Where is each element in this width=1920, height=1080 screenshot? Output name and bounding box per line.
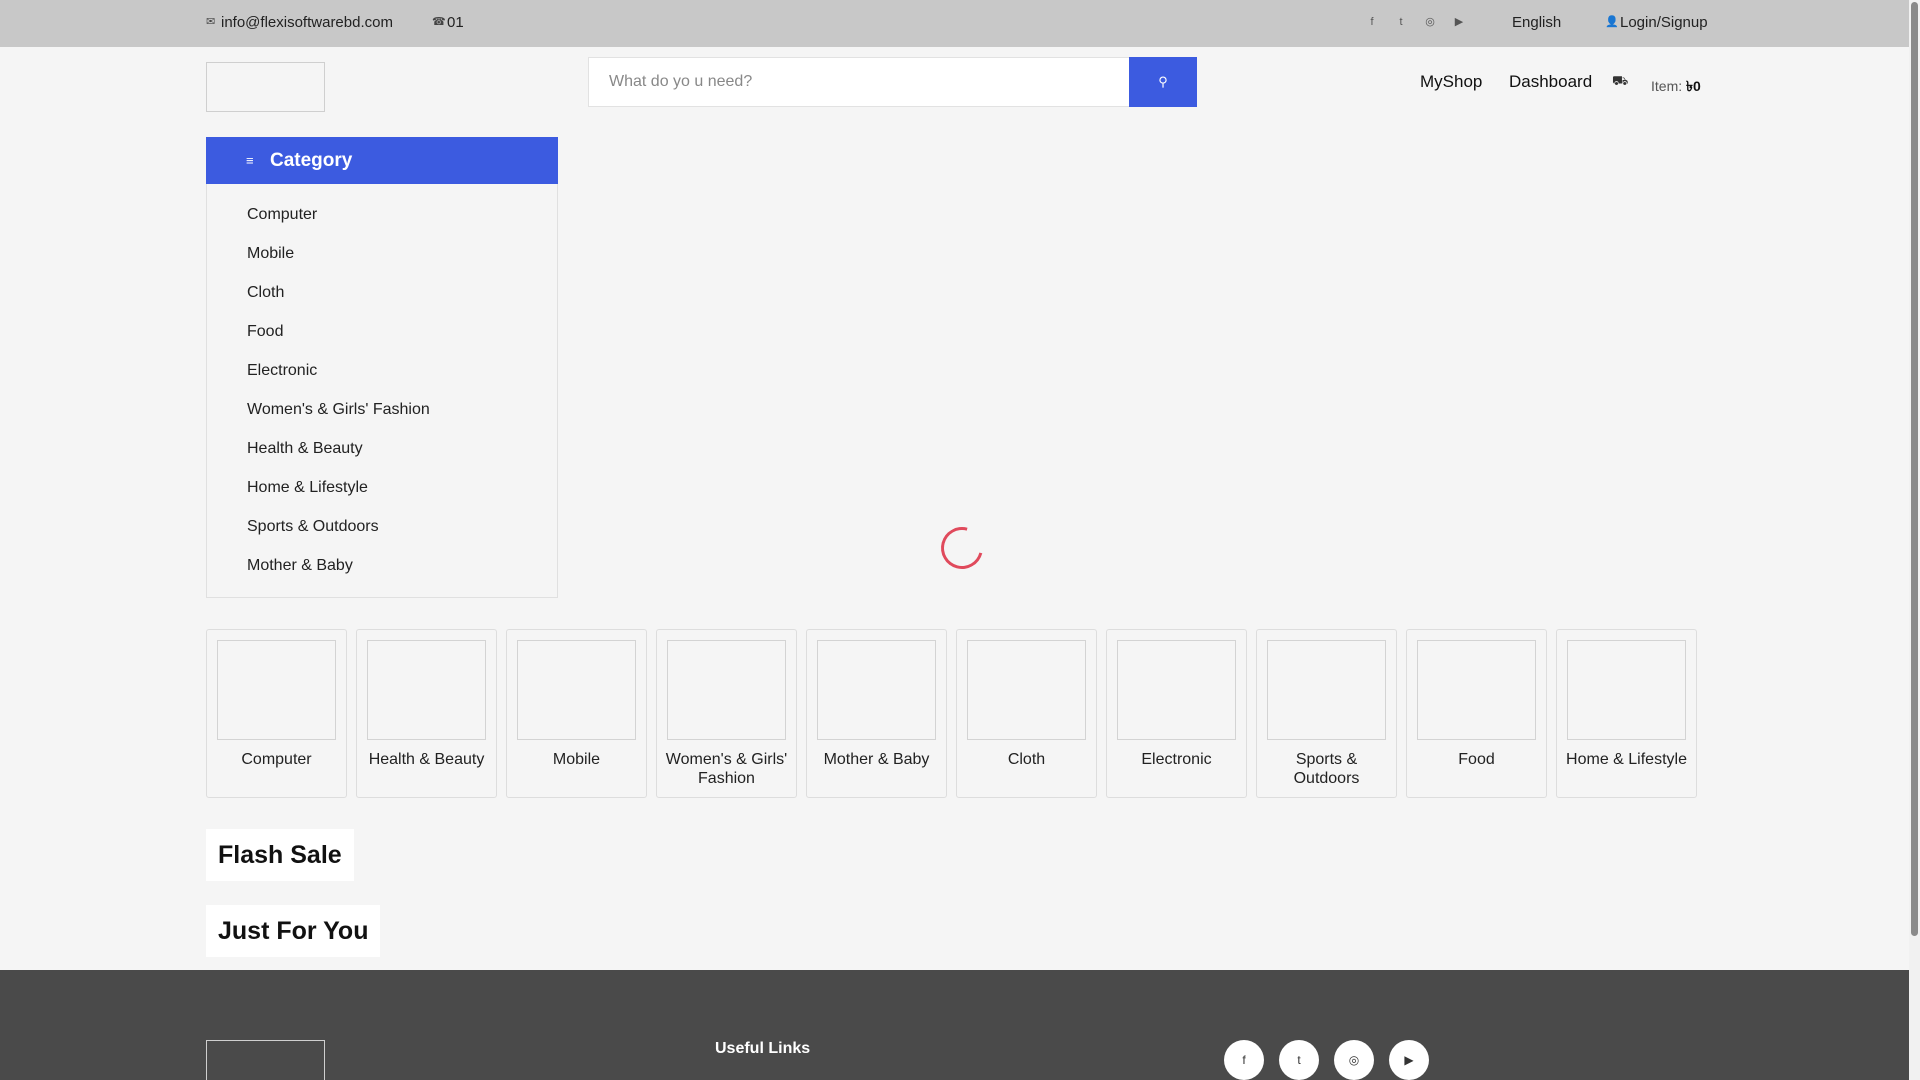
flash-sale-heading: Flash Sale: [206, 829, 354, 881]
category-card-label: Cloth: [1007, 751, 1046, 768]
cart-total-value: ৳0: [1686, 78, 1701, 94]
category-item-mobile[interactable]: Mobile: [247, 245, 294, 263]
category-card-cloth[interactable]: Cloth: [956, 629, 1097, 798]
category-list: Computer Mobile Cloth Food Electronic Wo…: [206, 184, 558, 598]
myshop-label: MyShop: [1420, 72, 1483, 91]
facebook-icon[interactable]: f: [1367, 16, 1377, 28]
search-button[interactable]: ⚲: [1129, 57, 1197, 107]
search-icon: ⚲: [1158, 74, 1168, 89]
language-selector[interactable]: English: [1512, 14, 1561, 31]
category-card-womens-fashion[interactable]: Women's & Girls' Fashion: [656, 629, 797, 798]
category-image: [667, 640, 786, 740]
language-label: English: [1512, 14, 1562, 31]
category-title: Category: [270, 149, 353, 171]
category-card-label: Food: [1458, 751, 1495, 768]
category-item-cloth[interactable]: Cloth: [247, 284, 284, 302]
email-contact[interactable]: ✉ info@flexisoftwarebd.com: [206, 14, 393, 31]
useful-links-heading: Useful Links: [715, 1040, 811, 1057]
category-item-computer[interactable]: Computer: [247, 206, 317, 224]
phone-text: 01: [447, 14, 464, 31]
category-item-food[interactable]: Food: [247, 323, 283, 341]
youtube-icon[interactable]: ▶: [1454, 16, 1464, 28]
category-image: [1417, 640, 1536, 740]
category-card-food[interactable]: Food: [1406, 629, 1547, 798]
category-card-label: Computer: [241, 751, 312, 768]
category-item-electronic[interactable]: Electronic: [247, 362, 317, 380]
footer: Useful Links f t ◎ ▶: [0, 970, 1909, 1080]
category-item-mother-baby[interactable]: Mother & Baby: [247, 557, 353, 575]
phone-icon: ☎: [432, 16, 446, 28]
login-signup-label: Login/Signup: [1620, 14, 1708, 31]
category-item-womens-fashion[interactable]: Women's & Girls' Fashion: [247, 401, 430, 419]
category-image: [1567, 640, 1686, 740]
dashboard-link[interactable]: Dashboard: [1505, 72, 1592, 92]
category-card-mother-baby[interactable]: Mother & Baby: [806, 629, 947, 798]
category-card-home-lifestyle[interactable]: Home & Lifestyle: [1556, 629, 1697, 798]
category-image: [967, 640, 1086, 740]
category-card-computer[interactable]: Computer: [206, 629, 347, 798]
top-bar: ✉ info@flexisoftwarebd.com ☎ 01 f t ◎ ▶ …: [0, 0, 1909, 47]
instagram-icon[interactable]: ◎: [1425, 16, 1435, 28]
category-item-sports-outdoors[interactable]: Sports & Outdoors: [247, 518, 379, 536]
footer-twitter-icon[interactable]: t: [1279, 1040, 1319, 1080]
category-image: [1117, 640, 1236, 740]
category-cards: Computer Health & Beauty Mobile Women's …: [206, 629, 1697, 798]
category-image: [217, 640, 336, 740]
category-image: [367, 640, 486, 740]
category-card-label: Sports & Outdoors: [1293, 751, 1360, 787]
category-card-electronic[interactable]: Electronic: [1106, 629, 1247, 798]
menu-icon: ≡: [246, 153, 254, 168]
page-scrollbar[interactable]: [1909, 0, 1920, 1080]
category-card-label: Mother & Baby: [823, 751, 930, 768]
category-image: [817, 640, 936, 740]
category-card-mobile[interactable]: Mobile: [506, 629, 647, 798]
footer-facebook-icon[interactable]: f: [1224, 1040, 1264, 1080]
loading-spinner: [933, 519, 991, 577]
footer-youtube-icon[interactable]: ▶: [1389, 1040, 1429, 1080]
category-card-label: Women's & Girls' Fashion: [665, 751, 788, 787]
category-header[interactable]: ≡ Category: [206, 137, 558, 184]
cart-summary[interactable]: Item: ৳0: [1651, 75, 1701, 99]
category-card-label: Health & Beauty: [368, 751, 485, 768]
category-item-health-beauty[interactable]: Health & Beauty: [247, 440, 363, 458]
phone-contact[interactable]: ☎ 01: [432, 14, 464, 31]
email-text: info@flexisoftwarebd.com: [221, 14, 393, 31]
category-card-health-beauty[interactable]: Health & Beauty: [356, 629, 497, 798]
footer-instagram-icon[interactable]: ◎: [1334, 1040, 1374, 1080]
envelope-icon: ✉: [206, 16, 216, 28]
twitter-icon[interactable]: t: [1396, 16, 1406, 28]
category-image: [517, 640, 636, 740]
category-image: [1267, 640, 1386, 740]
category-item-home-lifestyle[interactable]: Home & Lifestyle: [247, 479, 368, 497]
scrollbar-thumb[interactable]: [1911, 2, 1918, 936]
dashboard-label: Dashboard: [1509, 72, 1593, 91]
footer-logo[interactable]: [206, 1040, 325, 1080]
site-logo[interactable]: [206, 62, 325, 112]
category-card-label: Home & Lifestyle: [1566, 751, 1687, 768]
category-card-label: Mobile: [552, 751, 601, 768]
search-input[interactable]: [588, 57, 1130, 107]
just-for-you-heading: Just For You: [206, 905, 381, 957]
login-signup-link[interactable]: 👤 Login/Signup: [1605, 14, 1708, 31]
myshop-link[interactable]: MyShop: [1416, 72, 1482, 92]
category-card-label: Electronic: [1141, 751, 1212, 768]
user-icon: 👤: [1605, 16, 1619, 28]
cart-item-label: Item:: [1651, 78, 1683, 94]
cart-icon[interactable]: ⛟: [1612, 73, 1628, 88]
category-card-sports-outdoors[interactable]: Sports & Outdoors: [1256, 629, 1397, 798]
